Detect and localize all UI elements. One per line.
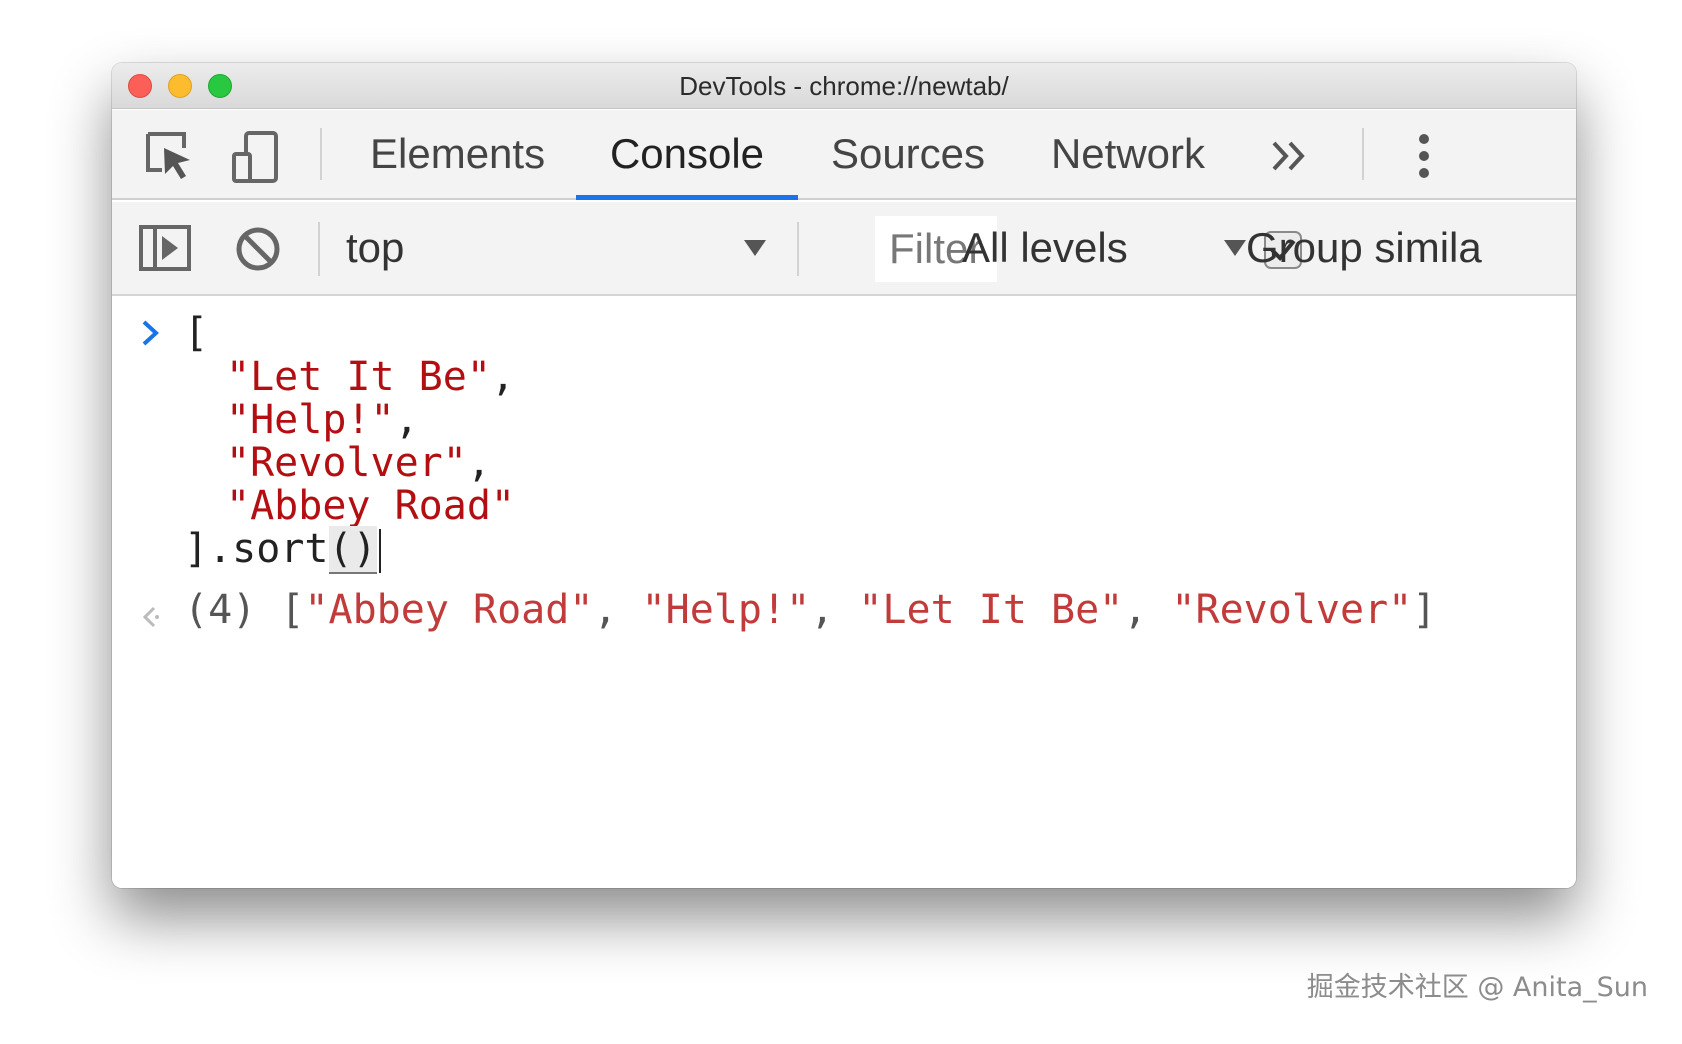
input-line: "Abbey Road": [226, 483, 515, 529]
device-toolbar-icon[interactable]: [230, 130, 284, 184]
result-separator: ,: [1123, 587, 1172, 633]
window-title: DevTools - chrome://newtab/: [679, 71, 1009, 101]
more-tabs-chevron-icon[interactable]: [1270, 138, 1310, 174]
input-string: "Revolver": [226, 440, 467, 486]
result-arrow-icon: [142, 606, 159, 628]
tab-network[interactable]: Network: [1048, 110, 1208, 198]
console-toolbar-divider-2: [797, 222, 799, 276]
text-caret: [378, 529, 381, 573]
result-separator: ,: [810, 587, 859, 633]
result-string: "Abbey Road": [304, 587, 594, 633]
input-string: "Let It Be": [226, 354, 491, 400]
levels-dropdown-icon[interactable]: [1222, 238, 1248, 258]
result-line[interactable]: (4) ["Abbey Road", "Help!", "Let It Be",…: [184, 587, 1436, 633]
tab-console-label: Console: [609, 130, 765, 177]
tab-elements[interactable]: Elements: [370, 110, 545, 198]
input-parens: (): [328, 526, 377, 574]
input-line: "Let It Be",: [226, 354, 515, 400]
input-prompt-icon: [142, 320, 159, 346]
input-open-bracket: [: [184, 310, 209, 356]
group-similar-label: Group simila: [1246, 224, 1482, 271]
active-tab-indicator: [576, 195, 798, 200]
input-line: "Revolver",: [226, 440, 491, 486]
context-selector[interactable]: top: [346, 202, 404, 294]
tab-sources[interactable]: Sources: [828, 110, 988, 198]
kebab-menu-icon[interactable]: [1414, 132, 1434, 182]
result-open-bracket: [: [280, 587, 305, 633]
result-string: "Let It Be": [858, 587, 1124, 633]
panel-tab-bar: Elements Console Sources Network: [112, 110, 1576, 200]
input-string: "Help!": [226, 397, 395, 443]
result-string: "Help!": [641, 587, 811, 633]
input-comma: ,: [490, 354, 515, 400]
log-levels-selector[interactable]: All levels: [962, 202, 1128, 294]
result-string: "Revolver": [1171, 587, 1413, 633]
input-comma: ,: [466, 440, 491, 486]
result-separator: ,: [593, 587, 642, 633]
input-line: "Help!",: [226, 397, 419, 443]
toolbar-divider-2: [1362, 128, 1364, 180]
input-string: "Abbey Road": [226, 483, 515, 529]
result-close-bracket: ]: [1412, 587, 1437, 633]
inspect-element-icon[interactable]: [144, 130, 196, 182]
console-toolbar: top Filter All levels Group simila: [112, 202, 1576, 296]
input-comma: ,: [394, 397, 419, 443]
tab-console[interactable]: Console: [576, 110, 798, 200]
context-dropdown-icon[interactable]: [742, 238, 768, 258]
console-toolbar-divider: [318, 222, 320, 276]
show-sidebar-icon[interactable]: [138, 224, 192, 272]
toolbar-divider: [320, 128, 322, 180]
console-output[interactable]: [ "Let It Be", "Help!", "Revolver", "Abb…: [112, 298, 1576, 888]
input-sort-call: ].sort: [184, 526, 329, 572]
watermark: 掘金技术社区 @ Anita_Sun: [1306, 972, 1648, 1003]
result-count: (4): [184, 587, 257, 633]
devtools-window: DevTools - chrome://newtab/ Elements Con…: [112, 63, 1576, 888]
clear-console-icon[interactable]: [234, 225, 282, 273]
input-close-line: ].sort(): [184, 526, 381, 574]
title-bar: DevTools - chrome://newtab/: [112, 63, 1576, 109]
